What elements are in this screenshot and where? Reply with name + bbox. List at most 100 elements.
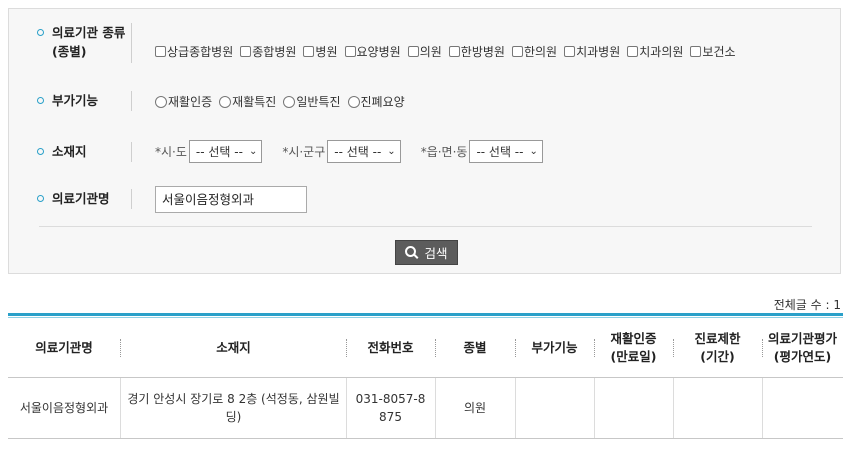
column-header-label: 진료제한 (기간)	[694, 331, 741, 364]
header-divider	[120, 339, 121, 357]
extra-option[interactable]: 재활인증	[155, 93, 212, 110]
total-count: 전체글 수 : 1	[773, 298, 841, 312]
option-label: 일반특진	[296, 95, 341, 109]
column-header: 부가기능	[515, 319, 594, 377]
radio[interactable]	[347, 95, 360, 108]
chevron-down-icon: ⌄	[529, 146, 538, 157]
type-option[interactable]: 보건소	[690, 43, 736, 60]
divider	[39, 226, 812, 227]
type-option[interactable]: 요양병원	[344, 43, 401, 60]
checkbox[interactable]	[627, 46, 639, 57]
checkbox[interactable]	[407, 46, 419, 57]
option-label: 한방병원	[460, 45, 505, 59]
column-header: 종별	[435, 319, 515, 377]
column-header-label: 의료기관평가 (평가연도)	[767, 331, 837, 364]
extra-function-label: 부가기능	[37, 91, 98, 110]
column-header: 의료기관명	[8, 319, 120, 377]
table-cell: 의원	[435, 378, 515, 438]
radio[interactable]	[283, 95, 296, 108]
institution-type-options: 상급종합병원 종합병원 병원 요양병원 의원 한방병원 한의원 치과병원 치과의원 보건소	[155, 43, 743, 60]
cell-divider	[435, 378, 436, 438]
type-option[interactable]: 치과병원	[564, 43, 620, 60]
divider	[131, 23, 132, 63]
location-label: 소재지	[37, 142, 87, 161]
column-header-label: 재활인증 (만료일)	[610, 331, 657, 364]
header-divider	[346, 339, 347, 357]
type-option[interactable]: 의원	[407, 43, 442, 60]
cell-divider	[762, 378, 763, 438]
checkbox[interactable]	[511, 46, 523, 57]
bullet-icon	[37, 148, 44, 155]
radio[interactable]	[219, 95, 232, 108]
column-header: 재활인증 (만료일)	[594, 319, 673, 377]
table-cell	[594, 378, 673, 438]
option-label: 재활특진	[232, 95, 277, 109]
option-label: 병원	[315, 45, 338, 59]
option-label: 종합병원	[252, 45, 297, 59]
radio[interactable]	[155, 95, 167, 108]
eup-label: *읍·면·동	[420, 145, 468, 159]
checkbox[interactable]	[344, 46, 356, 57]
extra-option[interactable]: 일반특진	[283, 93, 341, 110]
option-label: 치과의원	[639, 45, 684, 59]
header-divider	[762, 339, 763, 357]
type-option[interactable]: 한방병원	[448, 43, 505, 60]
option-label: 한의원	[523, 45, 558, 59]
type-option[interactable]: 한의원	[511, 43, 558, 60]
cell-text: 의원	[463, 401, 487, 415]
chevron-down-icon: ⌄	[248, 146, 258, 157]
column-header: 의료기관평가 (평가연도)	[762, 319, 843, 377]
option-label: 상급종합병원	[167, 45, 234, 59]
divider	[131, 189, 132, 209]
search-button[interactable]: 검색	[395, 240, 458, 265]
header-divider	[673, 339, 674, 357]
eup-select[interactable]: -- 선택 -- ⌄	[469, 140, 543, 163]
cell-divider	[673, 378, 674, 438]
option-label: 요양병원	[356, 45, 401, 59]
sigungu-select[interactable]: -- 선택 -- ⌄	[327, 140, 401, 163]
extra-option[interactable]: 진폐요양	[347, 93, 405, 110]
column-header-label: 소재지	[216, 340, 251, 355]
institution-name-label: 의료기관명	[37, 189, 110, 208]
column-header-label: 종별	[463, 340, 487, 355]
extra-option[interactable]: 재활특진	[219, 93, 276, 110]
bullet-icon	[37, 195, 44, 202]
extra-function-options: 재활인증 재활특진 일반특진 진폐요양	[155, 93, 412, 110]
chevron-down-icon: ⌄	[387, 146, 396, 157]
column-header: 진료제한 (기간)	[673, 319, 762, 377]
checkbox[interactable]	[303, 46, 315, 57]
option-label: 치과병원	[576, 45, 621, 59]
option-label: 보건소	[702, 45, 736, 59]
bullet-icon	[37, 29, 44, 36]
checkbox[interactable]	[448, 46, 460, 57]
cell-text: 031-8057-8875	[355, 392, 426, 424]
checkbox[interactable]	[240, 46, 252, 57]
table-header: 의료기관명 소재지 전화번호 종별 부가기능 재활인증 (만료일) 진료제한 (기간) 의료기…	[8, 319, 843, 378]
type-option[interactable]: 종합병원	[240, 43, 296, 60]
checkbox[interactable]	[690, 46, 702, 57]
column-header: 소재지	[120, 319, 347, 377]
table-cell	[515, 378, 594, 438]
option-label: 의원	[419, 45, 442, 59]
cell-divider	[120, 378, 121, 438]
checkbox[interactable]	[564, 46, 576, 57]
location-selects: *시·도 -- 선택 -- ⌄ *시·군구 -- 선택 -- ⌄ *읍·면·동 --…	[155, 140, 563, 163]
type-option[interactable]: 병원	[303, 43, 338, 60]
type-option[interactable]: 치과의원	[627, 43, 683, 60]
table-body: 서울이음정형외과 경기 안성시 장기로 8 2층 (석정동, 삼원빌딩) 031-8…	[8, 378, 843, 439]
column-header-label: 부가기능	[531, 340, 578, 355]
type-option[interactable]: 상급종합병원	[155, 43, 233, 60]
cell-divider	[346, 378, 347, 438]
table-top-border	[8, 313, 843, 316]
table-cell: 서울이음정형외과	[8, 378, 120, 438]
header-divider	[515, 339, 516, 357]
table-cell	[762, 378, 843, 438]
cell-text[interactable]: 서울이음정형외과	[20, 399, 108, 417]
divider	[131, 91, 132, 111]
institution-name-input[interactable]: 서울이음정형외과	[155, 186, 307, 213]
sido-select[interactable]: -- 선택 -- ⌄	[188, 140, 263, 163]
table-top-border-light	[8, 317, 843, 318]
column-header-label: 의료기관명	[35, 340, 93, 355]
institution-type-label: 의료기관 종류 (종별)	[37, 23, 125, 61]
checkbox[interactable]	[155, 46, 166, 57]
